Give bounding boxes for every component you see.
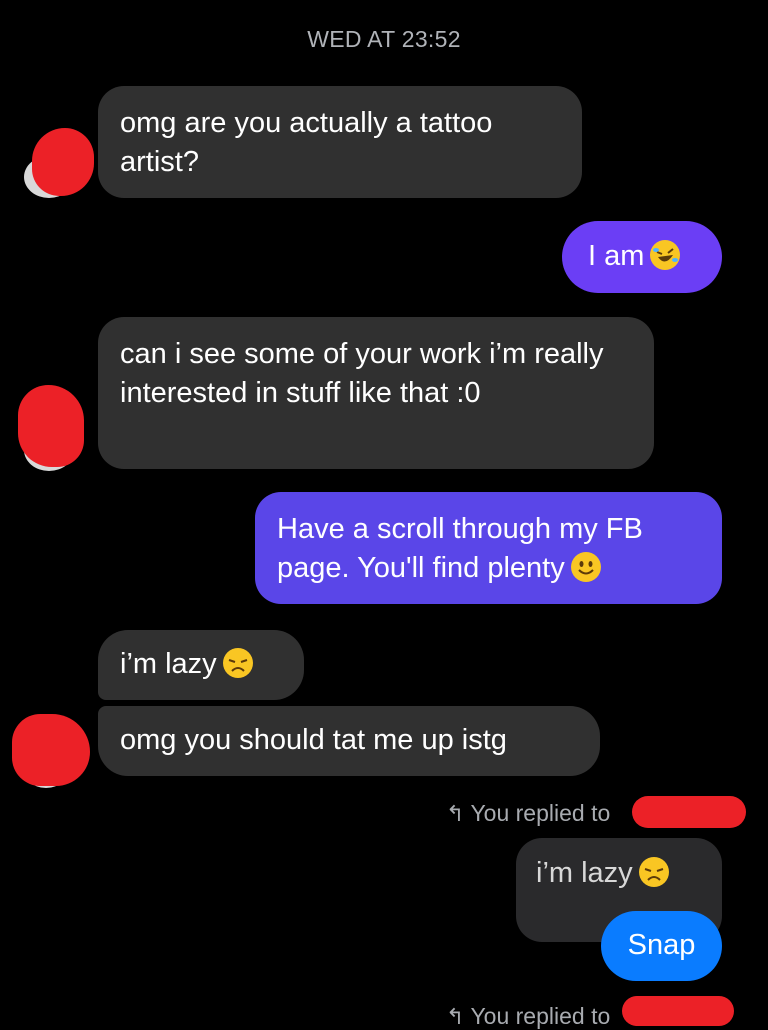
redaction-scribble xyxy=(12,714,90,786)
reply-label-text: You replied to xyxy=(470,800,611,826)
message-text: Snap xyxy=(627,929,696,961)
rofl-emoji-icon xyxy=(650,240,681,270)
message-text: I am xyxy=(588,240,645,272)
outgoing-message[interactable]: Have a scroll through my FB page. You'll… xyxy=(255,492,722,604)
incoming-message[interactable]: omg you should tat me up istg xyxy=(98,706,600,776)
disappointed-emoji-icon xyxy=(222,648,253,678)
quoted-text: i’m lazy xyxy=(536,857,633,889)
incoming-message[interactable]: i’m lazy xyxy=(98,630,304,700)
redaction-scribble xyxy=(632,796,746,828)
message-text: omg are you actually a tattoo artist? xyxy=(120,107,493,178)
reply-indicator: ↰ You replied to xyxy=(446,1003,610,1030)
incoming-message[interactable]: can i see some of your work i’m really i… xyxy=(98,317,654,469)
redaction-scribble xyxy=(622,996,734,1026)
contact-avatar[interactable] xyxy=(24,128,94,198)
smile-emoji-icon xyxy=(570,552,601,582)
disappointed-emoji-icon xyxy=(638,857,669,887)
reply-arrow-icon: ↰ xyxy=(446,1004,465,1029)
chat-timestamp: WED AT 23:52 xyxy=(307,26,461,52)
message-text: can i see some of your work i’m really i… xyxy=(120,338,604,409)
message-text: omg you should tat me up istg xyxy=(120,724,507,756)
redaction-scribble xyxy=(18,385,84,467)
reply-label-text: You replied to xyxy=(470,1003,611,1029)
incoming-message[interactable]: omg are you actually a tattoo artist? xyxy=(98,86,582,198)
reply-arrow-icon: ↰ xyxy=(446,801,465,826)
outgoing-message[interactable]: Snap xyxy=(601,911,722,981)
redaction-scribble xyxy=(32,128,94,196)
contact-avatar[interactable] xyxy=(18,385,88,471)
reply-indicator: ↰ You replied to xyxy=(446,800,610,827)
contact-avatar[interactable] xyxy=(12,714,92,788)
outgoing-message[interactable]: I am xyxy=(562,221,722,293)
message-text: i’m lazy xyxy=(120,648,217,680)
